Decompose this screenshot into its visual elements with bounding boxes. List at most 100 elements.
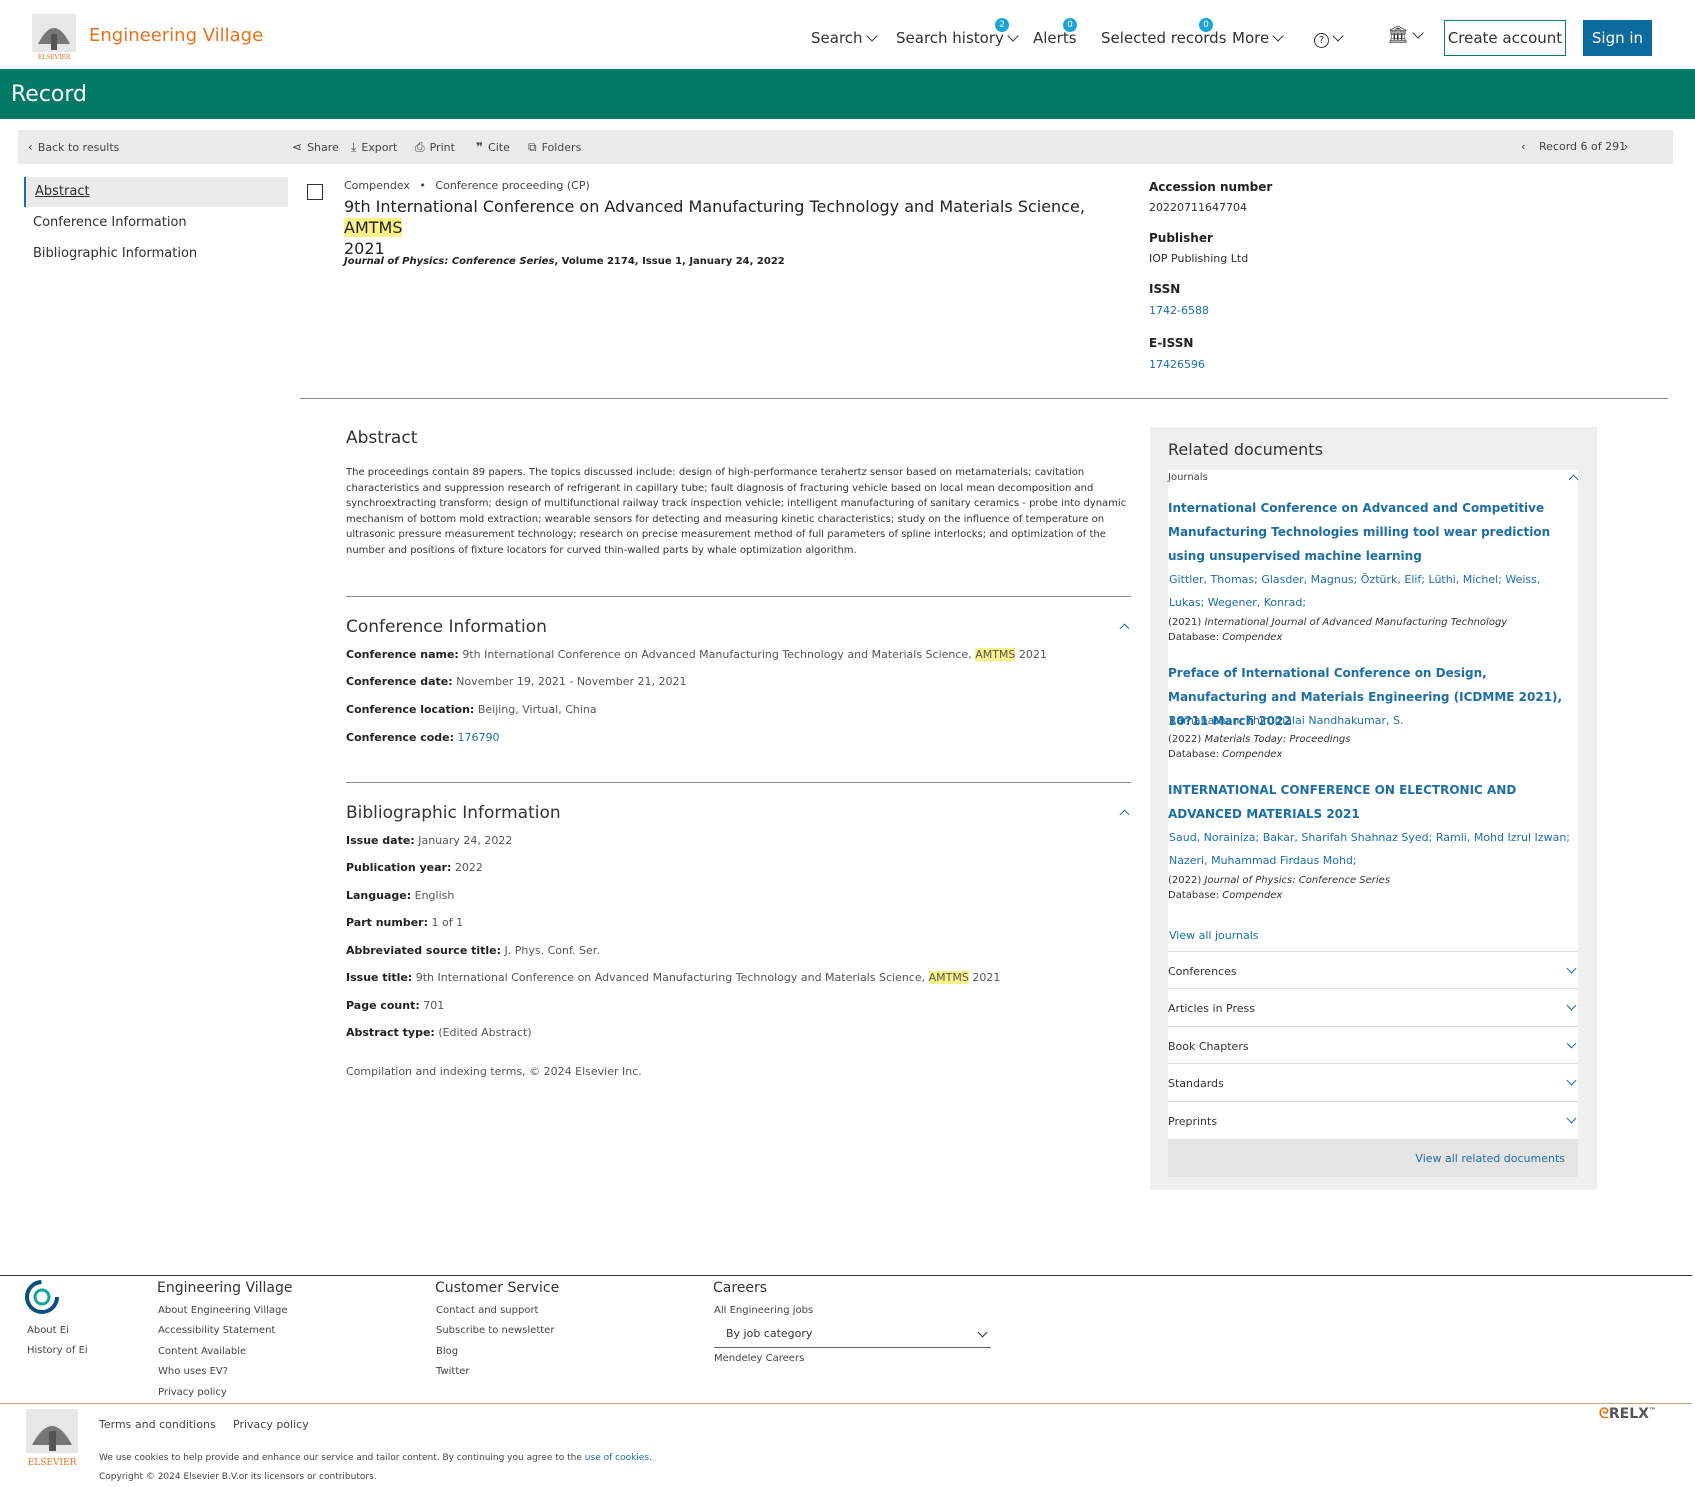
nav-search[interactable]: Search [811, 29, 878, 47]
publication-year-field: Publication year: 2022 [346, 861, 483, 874]
accordion-standards[interactable]: Standards [1168, 1063, 1578, 1101]
footer-link[interactable]: Twitter [436, 1366, 470, 1377]
footer-careers-heading: Careers [713, 1280, 768, 1296]
leftnav-bibliographic-information[interactable]: Bibliographic Information [24, 239, 288, 269]
issue-title-field: Issue title: 9th International Conferenc… [346, 971, 1001, 984]
related-authors[interactable]: Ramanathan, Thirumalai Nandhakumar, S. [1169, 709, 1579, 732]
privacy-link[interactable]: Privacy policy [233, 1418, 309, 1431]
print-button[interactable]: ⎙ Print [415, 140, 455, 155]
issn-link[interactable]: 1742-6588 [1149, 304, 1209, 317]
accordion-conferences[interactable]: Conferences [1168, 951, 1578, 989]
back-to-results-link[interactable]: ‹ Back to results [28, 140, 119, 154]
related-database: Database: Compendex [1168, 632, 1283, 643]
doctype-label: Conference proceeding (CP) [435, 179, 590, 192]
accession-value: 20220711647704 [1149, 201, 1247, 214]
search-history-badge: 2 [995, 18, 1009, 32]
related-meta: (2022) Materials Today: Proceedings [1168, 734, 1351, 745]
footer-link[interactable]: Privacy policy [158, 1387, 227, 1398]
chevron-down-icon [1272, 30, 1284, 42]
chevron-down-icon [1566, 1075, 1577, 1086]
about-ei-link[interactable]: About Ei [27, 1325, 69, 1336]
eissn-link[interactable]: 17426596 [1149, 358, 1205, 371]
divider [346, 596, 1131, 597]
abbreviated-title-field: Abbreviated source title: J. Phys. Conf.… [346, 944, 600, 957]
select-record-checkbox[interactable] [307, 184, 323, 200]
folder-icon: ⧉ [528, 140, 537, 154]
issn-label: ISSN [1149, 282, 1181, 296]
source-citation: Journal of Physics: Conference Series, V… [344, 256, 785, 267]
accession-label: Accession number [1149, 180, 1273, 194]
prev-record-button[interactable]: ‹ [1521, 140, 1525, 153]
journal-name[interactable]: Journal of Physics: Conference Series [344, 256, 554, 267]
terms-link[interactable]: Terms and conditions [99, 1418, 216, 1431]
record-position: Record 6 of 291 [1539, 140, 1627, 153]
footer-link[interactable]: Blog [436, 1346, 458, 1357]
related-authors[interactable]: Gittler, Thomas; Glasder, Magnus; Öztürk… [1169, 568, 1579, 614]
job-category-select[interactable]: By job category [714, 1321, 991, 1348]
cookie-notice: We use cookies to help provide and enhan… [99, 1453, 652, 1463]
nav-more[interactable]: More [1232, 29, 1284, 47]
collapse-chevron-icon[interactable] [1119, 809, 1130, 820]
view-all-related-link[interactable]: View all related documents [1415, 1152, 1565, 1165]
divider [300, 398, 1668, 399]
ei-logo[interactable] [24, 1279, 60, 1315]
related-title-link[interactable]: INTERNATIONAL CONFERENCE ON ELECTRONIC A… [1168, 778, 1583, 826]
sign-in-button[interactable]: Sign in [1583, 20, 1652, 56]
footer-ev-heading: Engineering Village [157, 1280, 293, 1296]
create-account-button[interactable]: Create account [1444, 20, 1566, 56]
related-authors[interactable]: Saud, Norainiza; Bakar, Sharifah Shahnaz… [1169, 826, 1579, 872]
view-all-related-bar: View all related documents [1168, 1139, 1578, 1177]
history-ei-link[interactable]: History of Ei [27, 1345, 88, 1356]
footer-link[interactable]: Subscribe to newsletter [436, 1325, 554, 1336]
footer-link[interactable]: About Engineering Village [158, 1305, 288, 1316]
cookies-link[interactable]: use of cookies [585, 1453, 649, 1463]
view-all-journals-link[interactable]: View all journals [1169, 929, 1259, 942]
folders-button[interactable]: ⧉ Folders [528, 140, 581, 155]
footer-link[interactable]: Mendeley Careers [714, 1353, 804, 1364]
share-button[interactable]: ⋖ Share [292, 140, 339, 154]
footer-divider [0, 1403, 1692, 1404]
footer-link[interactable]: Contact and support [436, 1305, 538, 1316]
footer-link[interactable]: Who uses EV? [158, 1366, 228, 1377]
search-term-highlight: AMTMS [344, 218, 403, 237]
footer-link[interactable]: Content Available [158, 1346, 246, 1357]
chevron-down-icon [1332, 30, 1344, 42]
abstract-text: The proceedings contain 89 papers. The t… [346, 467, 1127, 556]
chevron-right-icon: › [1624, 140, 1629, 153]
chevron-down-icon [1566, 1113, 1577, 1124]
leftnav-abstract[interactable]: Abstract [24, 177, 288, 207]
cite-button[interactable]: ❞ Cite [476, 140, 510, 154]
chevron-down-icon [1566, 1038, 1577, 1049]
collapse-chevron-icon[interactable] [1119, 623, 1130, 634]
related-title-link[interactable]: International Conference on Advanced and… [1168, 496, 1583, 568]
publisher-value: IOP Publishing Ltd [1149, 252, 1249, 265]
relx-logo[interactable]: ᘓRELX™ [1599, 1406, 1656, 1422]
accordion-preprints[interactable]: Preprints [1168, 1101, 1578, 1139]
help-menu[interactable]: ? [1314, 29, 1344, 48]
eissn-label: E-ISSN [1149, 336, 1194, 350]
chevron-down-icon [977, 1327, 988, 1338]
journals-label[interactable]: Journals [1168, 472, 1208, 483]
language-field: Language: English [346, 889, 455, 902]
accordion-book-chapters[interactable]: Book Chapters [1168, 1026, 1578, 1064]
conference-location-field: Conference location: Beijing, Virtual, C… [346, 703, 597, 716]
export-button[interactable]: ⤓ Export [351, 140, 397, 155]
conference-heading: Conference Information [346, 617, 547, 637]
accordion-articles-in-press[interactable]: Articles in Press [1168, 988, 1578, 1026]
abstract-heading: Abstract [346, 428, 418, 448]
chevron-down-icon [1566, 963, 1577, 974]
elsevier-tree-logo[interactable]: ELSEVIER [32, 14, 76, 60]
next-record-button[interactable]: › [1624, 140, 1628, 153]
related-meta: (2021) International Journal of Advanced… [1168, 617, 1508, 628]
footer-link[interactable]: Accessibility Statement [158, 1325, 275, 1336]
conference-code-link[interactable]: 176790 [458, 731, 500, 744]
related-documents-heading: Related documents [1168, 440, 1323, 459]
record-band: Record [0, 69, 1695, 119]
nav-search-history[interactable]: Search history [896, 29, 1019, 47]
leftnav-conference-information[interactable]: Conference Information [24, 208, 288, 238]
brand-name[interactable]: Engineering Village [89, 25, 263, 46]
chevron-down-icon [1566, 1000, 1577, 1011]
institution-menu[interactable]: 🏛 [1387, 25, 1424, 45]
elsevier-logo[interactable]: ELSEVIER [24, 1407, 80, 1469]
footer-link[interactable]: All Engineering jobs [714, 1305, 813, 1316]
